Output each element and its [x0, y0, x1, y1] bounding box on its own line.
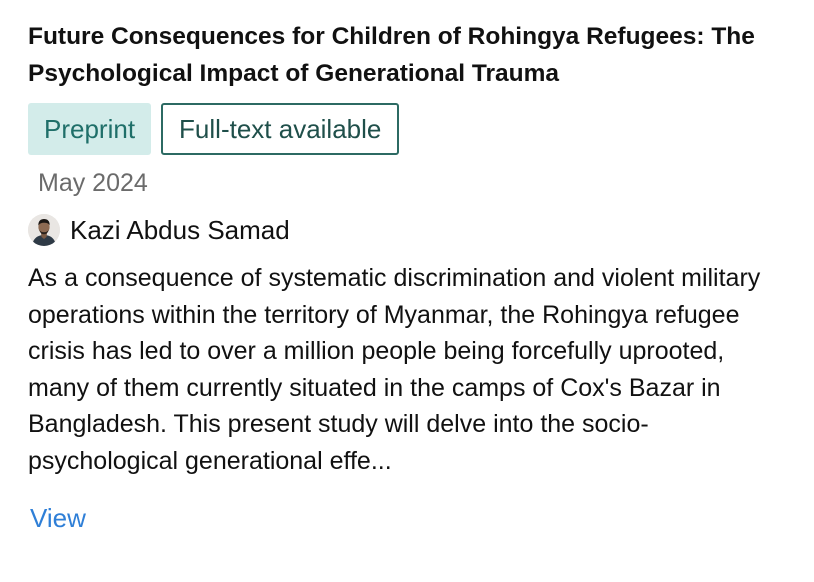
- publication-date: May 2024: [38, 169, 148, 197]
- author-row[interactable]: Kazi Abdus Samad: [28, 214, 794, 246]
- full-text-available-badge: Full-text available: [161, 103, 400, 155]
- abstract-text: As a consequence of systematic discrimin…: [28, 264, 761, 475]
- publication-title[interactable]: Future Consequences for Children of Rohi…: [28, 18, 768, 92]
- preprint-badge: Preprint: [28, 103, 152, 155]
- author-avatar-icon[interactable]: [28, 214, 60, 246]
- person-avatar-icon: [28, 214, 60, 246]
- publication-card: Future Consequences for Children of Rohi…: [0, 0, 814, 582]
- badge-row: Preprint Full-text available: [28, 103, 794, 155]
- view-link[interactable]: View: [30, 503, 86, 534]
- author-name[interactable]: Kazi Abdus Samad: [70, 215, 290, 245]
